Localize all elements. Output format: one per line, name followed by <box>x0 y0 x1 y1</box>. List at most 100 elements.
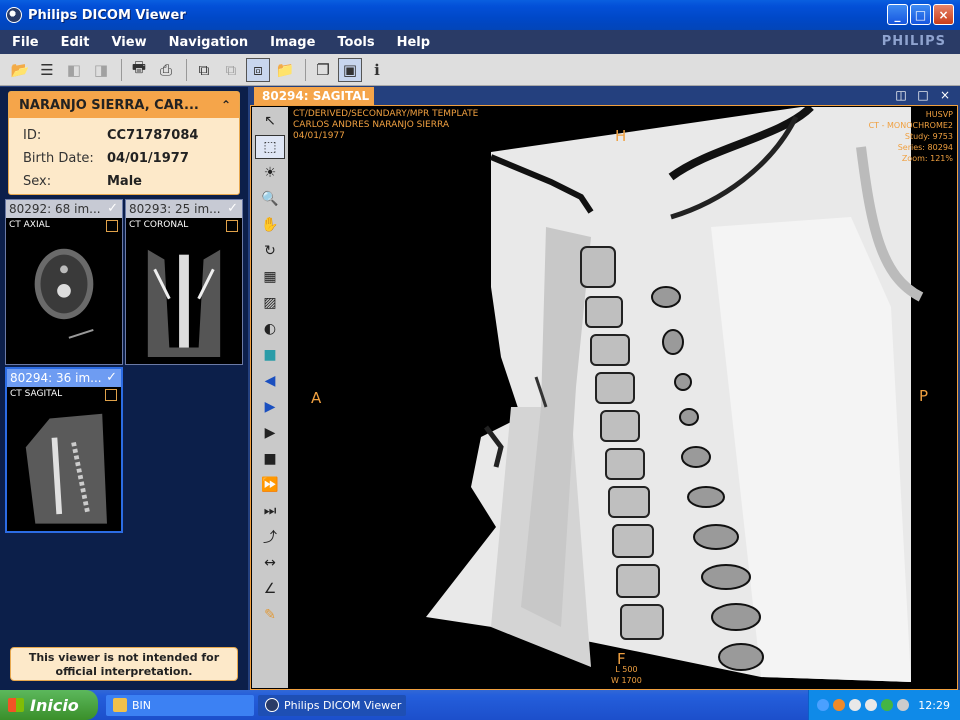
tab-viewer-sagital[interactable]: 80294: SAGITAL <box>254 87 374 106</box>
field-value: CC71787084 <box>107 128 199 143</box>
reset-icon[interactable]: ⤴ <box>255 525 285 549</box>
check-icon: ✓ <box>227 201 238 216</box>
menu-navigation[interactable]: Navigation <box>157 35 259 50</box>
skip-frames-icon[interactable]: ⏭ <box>255 499 285 523</box>
series-thumbnail-coronal[interactable]: 80293: 25 im... ✓ CT CORONAL <box>125 199 243 365</box>
image-viewport[interactable]: CT/DERIVED/SECONDARY/MPR TEMPLATE CARLOS… <box>291 107 957 688</box>
series-thumbnail-sagital[interactable]: 80294: 36 im... ✓ CT SAGITAL <box>5 367 123 533</box>
series-thumbnail-axial[interactable]: 80292: 68 im... ✓ CT AXIAL <box>5 199 123 365</box>
field-value: 04/01/1977 <box>107 151 189 166</box>
print-icon[interactable]: 🖶 <box>127 58 151 82</box>
pointer-tool-icon[interactable]: ↖ <box>255 109 285 133</box>
window-level-info: L 500 W 1700 <box>611 664 642 686</box>
folder-icon <box>113 698 127 712</box>
sex-row: Sex: Male <box>9 170 239 193</box>
window-controls: _ □ × <box>887 4 954 25</box>
select-region-tool-icon[interactable]: ⬚ <box>255 135 285 159</box>
user-icon[interactable] <box>865 699 877 711</box>
next-image-icon[interactable]: ◨ <box>89 58 113 82</box>
sagital-thumbnail-image <box>25 413 107 524</box>
taskbar: Inicio BIN Philips DICOM Viewer 12:29 <box>0 690 960 720</box>
volume-icon[interactable] <box>849 699 861 711</box>
system-tray: 12:29 <box>808 690 960 720</box>
previous-frame-icon[interactable]: ◀ <box>255 369 285 393</box>
disclaimer-notice: This viewer is not intended for official… <box>10 647 238 681</box>
stop-icon[interactable]: ■ <box>255 447 285 471</box>
close-button[interactable]: × <box>933 4 954 25</box>
toolbar-separator <box>186 58 187 81</box>
rotate-tool-icon[interactable]: ↻ <box>255 239 285 263</box>
task-bin[interactable]: BIN <box>106 695 254 716</box>
menu-bar: File Edit View Navigation Image Tools He… <box>0 30 960 54</box>
link-folder-icon[interactable]: 📁 <box>273 58 297 82</box>
angle-tool-icon[interactable]: ∠ <box>255 577 285 601</box>
color-map-tool-icon[interactable]: ■ <box>255 343 285 367</box>
toolbar-separator <box>121 58 122 81</box>
minimize-button[interactable]: _ <box>887 4 908 25</box>
measure-distance-icon[interactable]: ↔ <box>255 551 285 575</box>
network-icon[interactable] <box>817 699 829 711</box>
copy-image-icon[interactable]: ⧉ <box>192 58 216 82</box>
level-line: L 500 <box>615 665 638 674</box>
orientation-right: P <box>919 387 929 405</box>
series-label: CT AXIAL <box>9 220 50 230</box>
sync-series-icon[interactable]: ⧈ <box>246 57 270 82</box>
menu-file[interactable]: File <box>0 35 49 50</box>
paste-icon[interactable]: ⧉ <box>219 58 243 82</box>
info-icon[interactable]: ℹ <box>365 58 389 82</box>
app-icon <box>6 7 22 23</box>
invert-tool-icon[interactable]: ◐ <box>255 317 285 341</box>
toolbar-separator <box>305 58 306 81</box>
next-frame-icon[interactable]: ▶ <box>255 395 285 419</box>
coronal-thumbnail-image <box>147 249 221 358</box>
open-folder-icon[interactable]: 📂 <box>8 58 32 82</box>
window-level-tool-icon[interactable]: ☀ <box>255 161 285 185</box>
fullscreen-icon[interactable]: ▣ <box>338 57 362 82</box>
series-stack-icon <box>226 220 238 232</box>
layout-icon[interactable]: ◫ <box>894 88 908 102</box>
collapse-icon[interactable]: ⌃ <box>221 98 231 112</box>
check-icon: ✓ <box>107 201 118 216</box>
field-label: Birth Date: <box>23 151 94 166</box>
menu-image[interactable]: Image <box>258 35 325 50</box>
annotation-tool-icon[interactable]: ✎ <box>255 603 285 627</box>
antivirus-icon[interactable] <box>897 699 909 711</box>
field-value: Male <box>107 174 142 189</box>
series-list-icon[interactable]: ☰ <box>35 58 59 82</box>
nvidia-icon[interactable] <box>881 699 893 711</box>
menu-help[interactable]: Help <box>385 35 440 50</box>
lut-tool-icon[interactable]: ▦ <box>255 265 285 289</box>
menu-edit[interactable]: Edit <box>49 35 100 50</box>
update-icon[interactable] <box>833 699 845 711</box>
maximize-viewer-icon[interactable]: □ <box>916 88 930 102</box>
series-label: CT SAGITAL <box>10 389 63 399</box>
task-label: BIN <box>132 699 152 712</box>
tool-palette: ↖ ⬚ ☀ 🔍 ✋ ↻ ▦ ▨ ◐ ■ ◀ ▶ ▶ ■ ⏩ ⏭ ⤴ ↔ ∠ ✎ <box>252 107 288 688</box>
patient-info-panel: NARANJO SIERRA, CAR... ⌃ ID: CC71787084 … <box>8 91 240 195</box>
title-bar: Philips DICOM Viewer _ □ × <box>0 0 960 30</box>
menu-tools[interactable]: Tools <box>325 35 384 50</box>
modality-line: CT/DERIVED/SECONDARY/MPR TEMPLATE <box>293 109 479 119</box>
zoom-tool-icon[interactable]: 🔍 <box>255 187 285 211</box>
series-line: Series: 80294 <box>897 143 953 152</box>
pan-tool-icon[interactable]: ✋ <box>255 213 285 237</box>
task-dicom-viewer[interactable]: Philips DICOM Viewer <box>258 695 406 716</box>
menu-view[interactable]: View <box>99 35 156 50</box>
app-icon <box>265 698 279 712</box>
patient-name: NARANJO SIERRA, CAR... <box>9 92 239 118</box>
zoom-line: Zoom: 121% <box>901 154 953 163</box>
check-icon: ✓ <box>106 370 117 385</box>
prev-image-icon[interactable]: ◧ <box>62 58 86 82</box>
close-viewer-icon[interactable]: × <box>938 88 952 102</box>
study-line: Study: 9753 <box>904 132 953 141</box>
duplicate-icon[interactable]: ❐ <box>311 58 335 82</box>
filter-tool-icon[interactable]: ▨ <box>255 291 285 315</box>
start-button[interactable]: Inicio <box>0 690 98 720</box>
play-icon[interactable]: ▶ <box>255 421 285 445</box>
export-icon[interactable]: ⎙ <box>154 58 178 82</box>
fast-forward-icon[interactable]: ⏩ <box>255 473 285 497</box>
maximize-button[interactable]: □ <box>910 4 931 25</box>
window-title: Philips DICOM Viewer <box>28 7 186 23</box>
orientation-left: A <box>311 389 322 407</box>
image-info-top-left: CT/DERIVED/SECONDARY/MPR TEMPLATE CARLOS… <box>293 109 478 142</box>
